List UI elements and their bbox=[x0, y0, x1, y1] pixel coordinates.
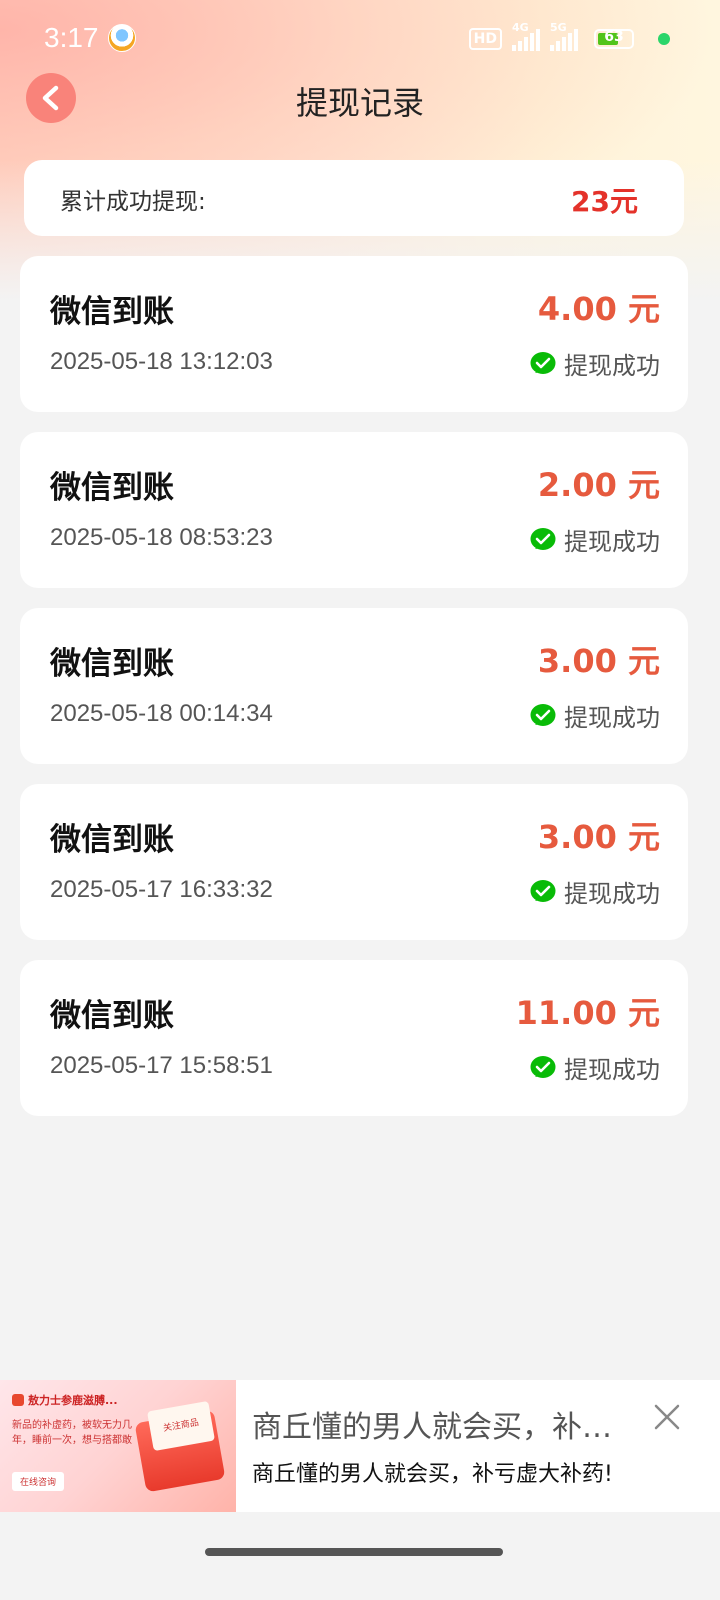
summary-label: 累计成功提现: bbox=[60, 189, 206, 215]
status-bar: 3:17 HD 4G 5G 63 bbox=[0, 0, 720, 78]
withdrawal-record[interactable]: 微信到账 3.00 元 2025-05-17 16:33:32 提现成功 bbox=[20, 784, 688, 940]
withdrawal-record[interactable]: 微信到账 4.00 元 2025-05-18 13:12:03 提现成功 bbox=[20, 256, 688, 412]
ad-image[interactable]: 敖力士参鹿滋膊... 新品的补虚药，被软无力几年，睡前一次，想与搭都敢 在线咨询… bbox=[0, 1380, 236, 1512]
battery-icon: 63 bbox=[594, 29, 634, 49]
record-status: 提现成功 bbox=[530, 346, 660, 381]
record-status: 提现成功 bbox=[530, 874, 660, 909]
record-title: 微信到账 bbox=[50, 470, 174, 506]
page-title: 提现记录 bbox=[295, 84, 424, 122]
record-time: 2025-05-18 00:14:34 bbox=[50, 700, 273, 727]
ad-image-text: 新品的补虚药，被软无力几年，睡前一次，想与搭都敢 bbox=[12, 1420, 132, 1446]
record-status: 提现成功 bbox=[530, 522, 660, 557]
ad-title[interactable]: 商丘懂的男人就会买，补亏虚大补药！ bbox=[252, 1402, 632, 1446]
withdrawal-record[interactable]: 微信到账 2.00 元 2025-05-18 08:53:23 提现成功 bbox=[20, 432, 688, 588]
summary-amount: 23元 bbox=[571, 185, 638, 218]
wechat-icon bbox=[530, 351, 556, 374]
withdrawal-record[interactable]: 微信到账 11.00 元 2025-05-17 15:58:51 提现成功 bbox=[20, 960, 688, 1116]
home-indicator[interactable] bbox=[205, 1548, 503, 1556]
record-status-label: 提现成功 bbox=[564, 352, 660, 380]
record-status-label: 提现成功 bbox=[564, 1056, 660, 1084]
record-time: 2025-05-18 13:12:03 bbox=[50, 348, 273, 375]
ad-image-brand: 敖力士参鹿滋膊... bbox=[12, 1392, 118, 1408]
record-amount: 11.00 元 bbox=[515, 994, 660, 1032]
app-notification-icon bbox=[108, 24, 136, 52]
withdrawal-summary: 累计成功提现: 23元 bbox=[24, 160, 684, 236]
record-time: 2025-05-18 08:53:23 bbox=[50, 524, 273, 551]
record-title: 微信到账 bbox=[50, 822, 174, 858]
close-icon[interactable] bbox=[652, 1402, 682, 1432]
record-amount: 3.00 元 bbox=[537, 642, 660, 680]
withdrawal-record-list: 微信到账 4.00 元 2025-05-18 13:12:03 提现成功 微信到… bbox=[20, 256, 688, 1136]
ad-subtitle[interactable]: 商丘懂的男人就会买，补亏虚大补药! bbox=[252, 1456, 613, 1488]
record-title: 微信到账 bbox=[50, 998, 174, 1034]
record-title: 微信到账 bbox=[50, 646, 174, 682]
record-status-label: 提现成功 bbox=[564, 704, 660, 732]
record-title: 微信到账 bbox=[50, 294, 174, 330]
signal-5g-icon: 5G bbox=[550, 21, 578, 51]
record-status-label: 提现成功 bbox=[564, 880, 660, 908]
privacy-indicator-dot bbox=[658, 33, 670, 45]
wechat-icon bbox=[530, 703, 556, 726]
wechat-icon bbox=[530, 527, 556, 550]
signal-4g-icon: 4G bbox=[512, 21, 540, 51]
withdrawal-record[interactable]: 微信到账 3.00 元 2025-05-18 00:14:34 提现成功 bbox=[20, 608, 688, 764]
record-status: 提现成功 bbox=[530, 1050, 660, 1085]
wechat-icon bbox=[530, 879, 556, 902]
ad-banner[interactable]: 敖力士参鹿滋膊... 新品的补虚药，被软无力几年，睡前一次，想与搭都敢 在线咨询… bbox=[0, 1380, 720, 1512]
status-time: 3:17 bbox=[44, 22, 99, 53]
record-amount: 2.00 元 bbox=[537, 466, 660, 504]
status-icons: HD 4G 5G 63 bbox=[468, 21, 670, 54]
screen: 3:17 HD 4G 5G 63 提现记录 累计成功提现: 23元 微信到账 4… bbox=[0, 0, 720, 1600]
record-time: 2025-05-17 16:33:32 bbox=[50, 876, 273, 903]
ad-image-button: 在线咨询 bbox=[12, 1472, 65, 1491]
record-time: 2025-05-17 15:58:51 bbox=[50, 1052, 273, 1079]
record-amount: 4.00 元 bbox=[537, 290, 660, 328]
hd-icon: HD bbox=[468, 28, 502, 50]
wechat-icon bbox=[530, 1055, 556, 1078]
battery-level: 63 bbox=[604, 29, 624, 45]
record-status-label: 提现成功 bbox=[564, 528, 660, 556]
header: 提现记录 bbox=[0, 70, 720, 130]
record-amount: 3.00 元 bbox=[537, 818, 660, 856]
record-status: 提现成功 bbox=[530, 698, 660, 733]
